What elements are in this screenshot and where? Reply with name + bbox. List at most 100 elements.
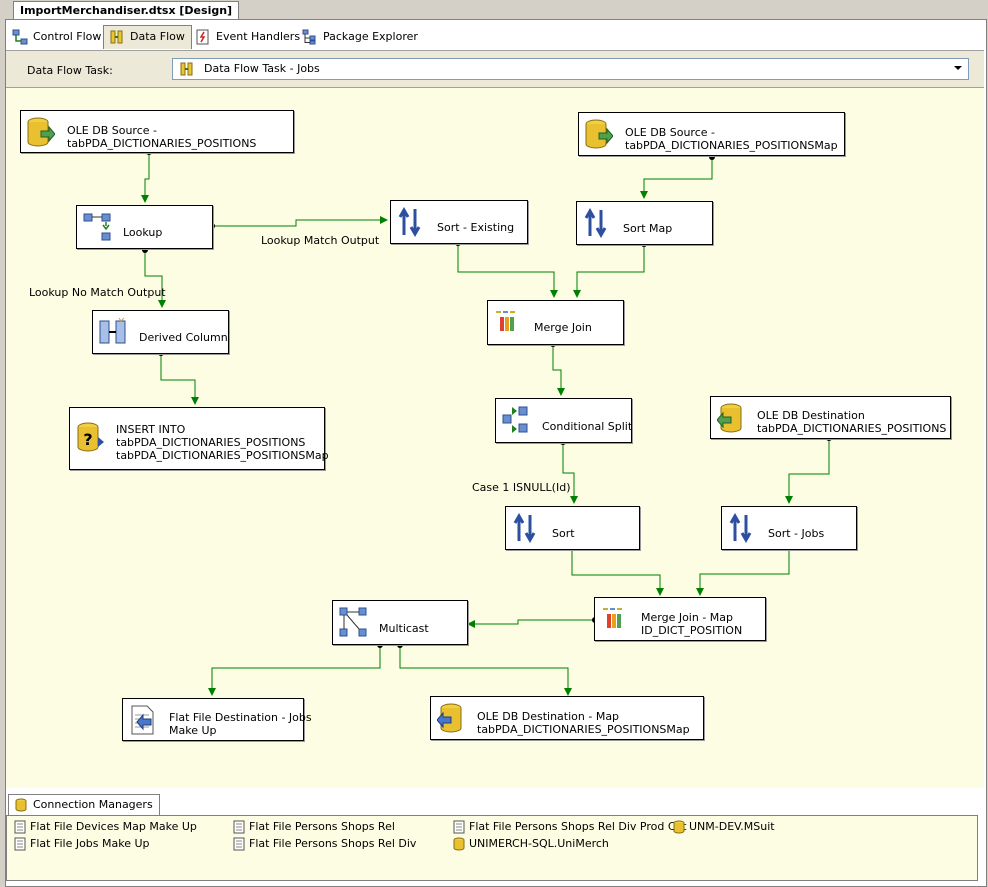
multicast-icon [339,607,367,637]
component-derived-column[interactable]: Derived Column [92,310,229,354]
control-flow-icon [12,29,28,45]
component-label: Make Up [169,724,217,737]
flat-file-icon [14,837,26,851]
path-lookup-sort-existing [212,216,388,227]
svg-text:?: ? [83,430,92,449]
oledb-connection-icon [453,837,465,851]
merge-join-icon [496,311,515,331]
connection-manager-label: UNIMERCH-SQL.UniMerch [469,837,609,850]
path-src2-sortmap [640,157,713,199]
sort-icon [584,208,607,238]
tab-control-flow[interactable]: Control Flow [7,26,107,48]
database-destination-icon [717,403,742,433]
component-sort-map[interactable]: Sort Map [576,201,713,245]
component-merge-join[interactable]: Merge Join [487,300,624,345]
component-label: Sort [552,527,575,540]
component-sort-jobs[interactable]: Sort - Jobs [721,506,857,550]
path-sortjobs-merge2 [696,548,790,596]
flat-file-icon [233,837,245,851]
component-label: Sort - Existing [437,221,515,234]
component-multicast[interactable]: Multicast [332,600,468,645]
conditional-split-icon [502,406,528,433]
component-label: Multicast [379,622,429,635]
component-label: tabPDA_DICTIONARIES_POSITIONS [116,436,306,449]
component-label: Derived Column [139,331,228,344]
component-label: Lookup [123,226,163,239]
component-label: OLE DB Source - [625,126,715,139]
component-conditional-split[interactable]: Conditional Split [495,398,632,443]
flat-file-icon [453,820,465,834]
tab-connection-managers[interactable]: Connection Managers [8,794,160,816]
connection-manager-label: UNM-DEV.MSuit [689,820,775,833]
path-merge2-multicast [467,619,595,628]
component-lookup[interactable]: Lookup [76,205,213,249]
path-dest1-sortjobs [785,438,830,504]
component-ole-db-destination-map[interactable]: OLE DB Destination - Map tabPDA_DICTIONA… [430,696,704,740]
path-sortmap-merge [573,244,645,298]
component-flat-file-destination[interactable]: Flat File Destination - Jobs Make Up [122,698,312,741]
component-sort-existing[interactable]: Sort - Existing [390,200,528,244]
tab-event-handlers[interactable]: Event Handlers [190,26,306,48]
database-unknown-icon: ? [77,422,104,452]
component-label: OLE DB Source - [67,124,157,137]
component-label: Merge Join [534,321,592,334]
component-label: OLE DB Destination [757,409,865,422]
event-handlers-icon [196,29,209,45]
designer-tabs: Control Flow Data Flow Event Handlers Pa… [5,25,985,49]
data-flow-canvas[interactable]: Lookup Match Output Lookup No Match Outp… [6,88,984,788]
component-label: tabPDA_DICTIONARIES_POSITIONS [67,137,257,150]
connection-manager-item[interactable]: Flat File Persons Shops Rel Div [233,836,416,852]
database-destination-icon [437,703,462,733]
task-dropdown[interactable]: Data Flow Task - Jobs [172,58,969,80]
component-label: ID_DICT_POSITION [641,624,743,637]
data-flow-icon [110,30,123,44]
merge-join-icon [603,608,622,628]
flat-file-icon [14,820,26,834]
component-label: tabPDA_DICTIONARIES_POSITIONSMap [116,449,329,462]
component-label: OLE DB Destination - Map [477,710,620,723]
component-label: Flat File Destination - Jobs [169,711,312,724]
component-label: Conditional Split [542,420,633,433]
tab-label: Connection Managers [33,798,153,811]
component-ole-db-source-positions[interactable]: OLE DB Source - tabPDA_DICTIONARIES_POSI… [20,110,294,153]
component-sort[interactable]: Sort [505,506,640,550]
component-ole-db-source-positions-map[interactable]: OLE DB Source - tabPDA_DICTIONARIES_POSI… [578,112,845,156]
path-label-case1[interactable]: Case 1 ISNULL(Id) [472,481,570,494]
connection-manager-item[interactable]: Flat File Persons Shops Rel [233,819,395,835]
path-label-lookup-no-match[interactable]: Lookup No Match Output [29,286,166,299]
path-sortexisting-merge [457,243,558,298]
tab-label: Data Flow [130,30,185,43]
flat-file-icon [233,820,245,834]
connection-manager-label: Flat File Persons Shops Rel Div Prod Cat [469,820,687,833]
document-tab[interactable]: ImportMerchandiser.dtsx [Design] [13,1,240,20]
oledb-connection-icon [673,820,685,834]
connection-manager-item[interactable]: UNM-DEV.MSuit [673,819,775,835]
connection-manager-item[interactable]: Flat File Persons Shops Rel Div Prod Cat [453,819,687,835]
data-flow-icon [180,62,193,76]
derived-column-icon [99,317,126,344]
connection-manager-icon [15,798,27,812]
component-label: tabPDA_DICTIONARIES_POSITIONS [757,422,947,435]
connection-manager-item[interactable]: Flat File Jobs Make Up [14,836,150,852]
chevron-down-icon[interactable] [954,66,962,70]
tab-data-flow[interactable]: Data Flow [103,25,192,49]
path-sort-merge2 [571,548,664,596]
component-label: Sort Map [623,222,673,235]
component-ole-db-destination-positions[interactable]: OLE DB Destination tabPDA_DICTIONARIES_P… [710,396,951,439]
component-merge-join-map[interactable]: Merge Join - Map ID_DICT_POSITION [594,597,766,641]
path-derived-insert [160,353,199,405]
task-dropdown-value: Data Flow Task - Jobs [204,62,320,75]
connection-manager-label: Flat File Persons Shops Rel Div [249,837,417,850]
sort-icon [398,207,421,237]
tab-package-explorer[interactable]: Package Explorer [297,26,424,48]
component-insert-into[interactable]: ? INSERT INTO tabPDA_DICTIONARIES_POSITI… [69,407,329,470]
path-src1-lookup [141,152,150,203]
connection-manager-item[interactable]: Flat File Devices Map Make Up [14,819,197,835]
connection-manager-item[interactable]: UNIMERCH-SQL.UniMerch [453,836,609,852]
connection-managers-panel: Flat File Devices Map Make Up Flat File … [6,815,978,881]
flat-file-destination-icon [131,705,154,735]
database-source-icon [27,117,55,147]
task-selector-bar: Data Flow Task: Data Flow Task - Jobs [6,50,984,88]
connection-manager-label: Flat File Persons Shops Rel [249,820,395,833]
path-label-lookup-match[interactable]: Lookup Match Output [261,234,379,247]
